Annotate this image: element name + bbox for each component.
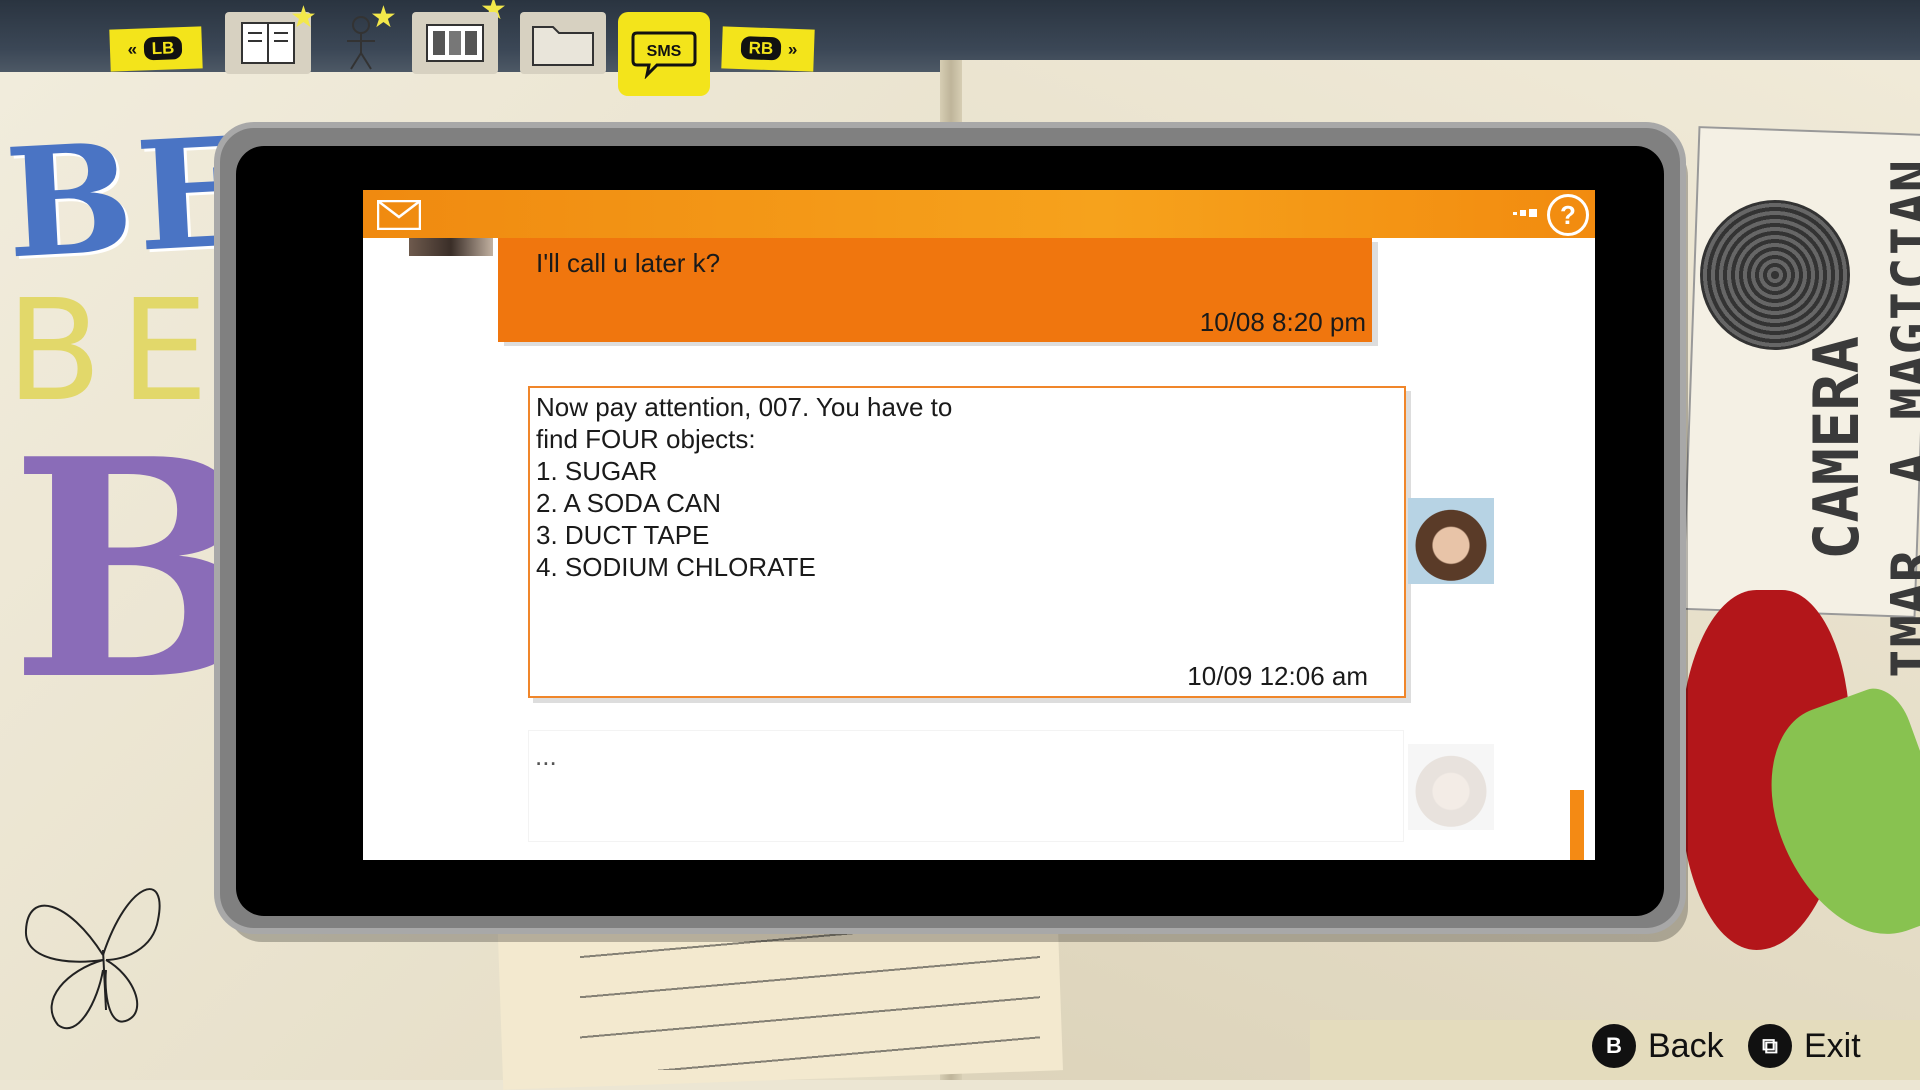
message-text: ... [535,741,557,771]
message-text: I'll call u later k? [536,248,721,278]
back-control[interactable]: B Back [1592,1024,1724,1068]
message-bubble-received[interactable]: Now pay attention, 007. You have to find… [528,386,1406,698]
message-bubble-sent[interactable]: I'll call u later k? 10/08 8:20 pm [498,238,1372,342]
b-button-icon: B [1592,1024,1636,1068]
butterfly-drawing [24,888,161,1030]
lb-label: LB [143,36,183,61]
contact-avatar-faded [1408,744,1494,830]
message-line: 3. DUCT TAPE [536,520,710,550]
photos-icon [426,24,484,62]
message-bubble-faded[interactable]: ... [528,730,1404,842]
help-icon[interactable]: ? [1547,194,1589,236]
message-line: find FOUR objects: [536,424,756,454]
documents-tab[interactable] [520,12,606,74]
sms-bubble-icon: SMS [631,31,697,79]
message-scrollbar[interactable] [1570,790,1584,860]
contact-avatar-top [409,238,493,256]
view-button-icon: ⧉ [1748,1024,1792,1068]
folder-icon [532,26,594,66]
mail-icon [377,200,421,230]
message-line: Now pay attention, 007. You have to [536,392,953,422]
handwriting-scribbles [580,930,1040,1070]
scrap-word-camera: CAMERA [1800,336,1873,560]
message-timestamp: 10/09 12:06 am [1187,661,1368,691]
lb-bumper-tab[interactable]: « LB [109,26,203,72]
message-timestamp: 10/08 8:20 pm [1199,307,1366,337]
exit-control[interactable]: ⧉ Exit [1748,1024,1861,1068]
message-line: 4. SODIUM CHLORATE [536,552,816,582]
contact-avatar [1408,498,1494,584]
message-line: 2. A SODA CAN [536,488,721,518]
signal-icon [1513,209,1537,217]
exit-label: Exit [1804,1026,1861,1065]
sms-header-bar: ? [363,190,1595,238]
rb-label: RB [740,36,782,61]
journal-icon [241,22,295,64]
star-icon: ★ [370,1,397,34]
star-icon: ★ [290,1,317,34]
back-label: Back [1648,1026,1724,1065]
camera-lens-drawing [1700,200,1850,350]
message-line: 1. SUGAR [536,456,658,486]
sms-tab[interactable]: SMS [618,12,710,96]
sms-screen: ? I'll call u later k? 10/08 8:20 pm Now… [363,190,1595,860]
rb-bumper-tab[interactable]: RB » [721,26,815,72]
scrap-word-magician: IMAR, A MAGICIAN [1880,159,1920,680]
sms-label: SMS [647,43,682,60]
photos-tab[interactable] [412,12,498,74]
